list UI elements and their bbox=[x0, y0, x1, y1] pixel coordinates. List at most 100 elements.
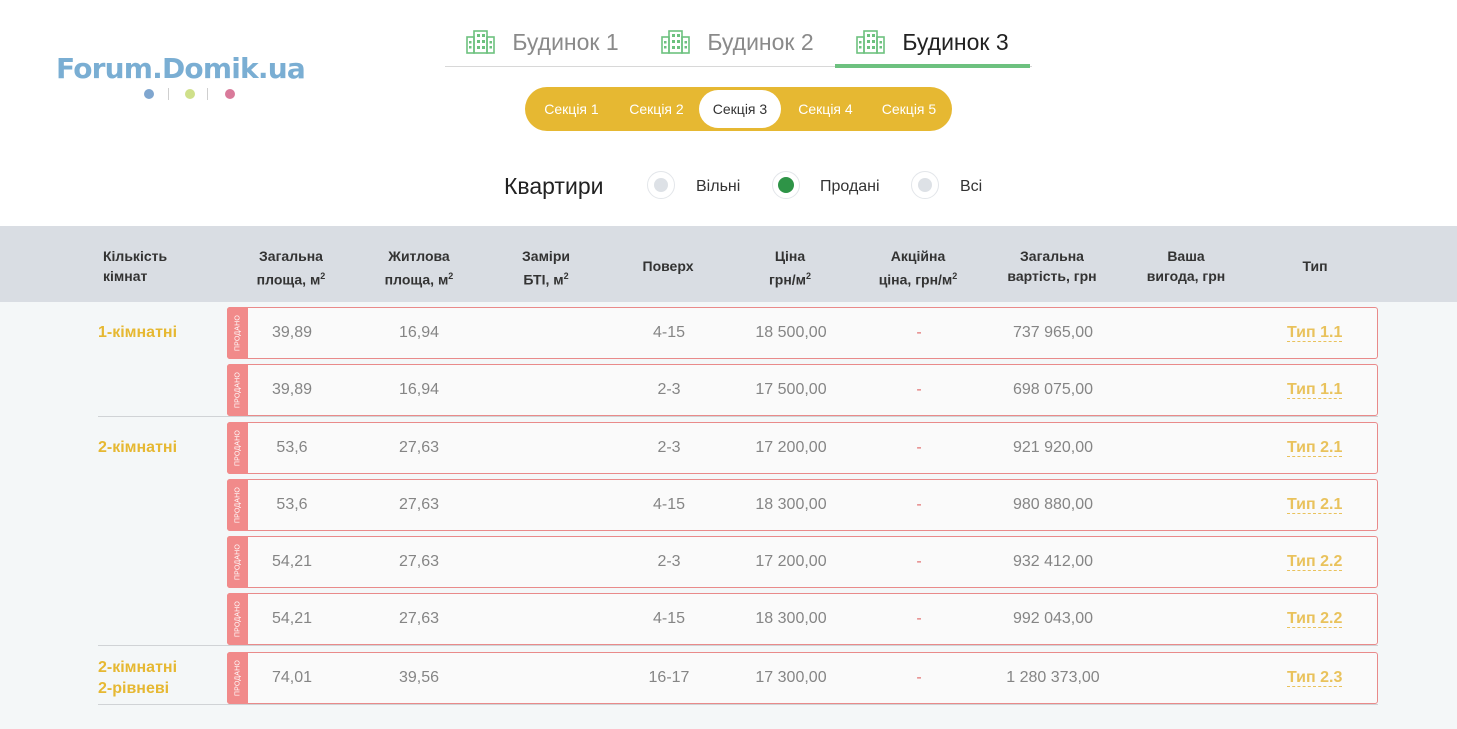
cell-total-cost: 737 965,00 bbox=[1012, 324, 1094, 341]
sold-badge-text: ПРОДАНО bbox=[234, 659, 241, 697]
group-label-line-1: 2-кімнатні bbox=[98, 439, 178, 456]
section-4-button[interactable]: Секція 4 bbox=[781, 90, 870, 128]
cell-total-cost: 1 280 373,00 bbox=[1006, 669, 1100, 686]
logo-dots bbox=[144, 87, 244, 101]
group-divider bbox=[98, 645, 1378, 646]
filter-title: Квартири bbox=[504, 173, 604, 199]
cell-living-area: 27,63 bbox=[398, 439, 440, 456]
cell-total-area: 54,21 bbox=[271, 610, 313, 627]
radio-available-label[interactable]: Вільні bbox=[696, 178, 740, 196]
radio-all[interactable] bbox=[911, 171, 939, 199]
col-rooms: Кількість кімнат bbox=[103, 246, 167, 286]
col-bti-line-1: Заміри bbox=[522, 248, 570, 264]
cell-total-cost: 921 920,00 bbox=[1012, 439, 1094, 456]
building-icon bbox=[466, 30, 496, 54]
tab-house-2[interactable]: Будинок 2 bbox=[640, 18, 835, 66]
cell-type-link[interactable]: Тип 2.1 bbox=[1287, 496, 1343, 514]
col-promo-sup: 2 bbox=[952, 271, 958, 281]
cell-promo-price: - bbox=[916, 669, 922, 686]
logo-separator bbox=[168, 88, 169, 100]
section-switcher: Секція 1 Секція 2 Секція 3 Секція 4 Секц… bbox=[525, 87, 952, 131]
col-bti-line-2: БТІ, м bbox=[523, 271, 564, 288]
radio-dot bbox=[778, 177, 794, 193]
cell-price: 17 500,00 bbox=[755, 381, 827, 398]
radio-available[interactable] bbox=[647, 171, 675, 199]
group-label-line-1: 1-кімнатні bbox=[98, 324, 178, 341]
radio-dot bbox=[918, 178, 932, 192]
table-row[interactable]: ПРОДАНО 39,89 16,94 2-3 17 500,00 - 698 … bbox=[227, 364, 1378, 416]
cell-total-area: 53,6 bbox=[276, 439, 308, 456]
group-label-line-1: 2-кімнатні bbox=[98, 659, 178, 676]
cell-type-link[interactable]: Тип 2.3 bbox=[1287, 669, 1343, 687]
logo-separator bbox=[207, 88, 208, 100]
table-row[interactable]: ПРОДАНО 74,01 39,56 16-17 17 300,00 - 1 … bbox=[227, 652, 1378, 704]
section-5-button[interactable]: Секція 5 bbox=[870, 90, 948, 128]
col-total-cost: Загальна вартість, грн bbox=[992, 246, 1112, 286]
cell-living-area: 27,63 bbox=[398, 553, 440, 570]
cell-total-area: 39,89 bbox=[271, 381, 313, 398]
cell-type-link[interactable]: Тип 1.1 bbox=[1287, 324, 1343, 342]
logo-dot bbox=[225, 89, 235, 99]
table-row[interactable]: ПРОДАНО 53,6 27,63 2-3 17 200,00 - 921 9… bbox=[227, 422, 1378, 474]
building-icon bbox=[856, 30, 886, 54]
cell-total-area: 53,6 bbox=[276, 496, 308, 513]
cell-living-area: 27,63 bbox=[398, 610, 440, 627]
sold-badge-text: ПРОДАНО bbox=[234, 543, 241, 581]
col-benefit-line-2: вигода, грн bbox=[1146, 268, 1226, 284]
table-row[interactable]: ПРОДАНО 54,21 27,63 2-3 17 200,00 - 932 … bbox=[227, 536, 1378, 588]
col-total-area: Загальна площа, м2 bbox=[241, 246, 341, 290]
col-total-area-line-1: Загальна bbox=[259, 248, 323, 264]
cell-price: 18 300,00 bbox=[755, 610, 827, 627]
cell-total-area: 39,89 bbox=[271, 324, 313, 341]
cell-floor: 4-15 bbox=[652, 324, 686, 341]
logo-dot bbox=[144, 89, 154, 99]
group-divider bbox=[98, 416, 1378, 417]
logo-text: Forum.Domik.ua bbox=[56, 52, 306, 85]
cell-promo-price: - bbox=[916, 324, 922, 341]
cell-living-area: 16,94 bbox=[398, 381, 440, 398]
group-label-2-room: 2-кімнатні bbox=[98, 437, 177, 458]
cell-living-area: 39,56 bbox=[398, 669, 440, 686]
col-bti-sup: 2 bbox=[563, 271, 569, 281]
cell-type-link[interactable]: Тип 2.2 bbox=[1287, 610, 1343, 628]
radio-sold-label[interactable]: Продані bbox=[820, 178, 880, 196]
radio-sold[interactable] bbox=[772, 171, 800, 199]
tab-house-3[interactable]: Будинок 3 bbox=[835, 18, 1030, 68]
tab-house-label: Будинок 2 bbox=[707, 28, 814, 55]
cell-total-area: 54,21 bbox=[271, 553, 313, 570]
cell-living-area: 27,63 bbox=[398, 496, 440, 513]
cell-floor: 4-15 bbox=[652, 496, 686, 513]
sold-badge-text: ПРОДАНО bbox=[234, 600, 241, 638]
cell-type-link[interactable]: Тип 2.2 bbox=[1287, 553, 1343, 571]
cell-promo-price: - bbox=[916, 496, 922, 513]
table-row[interactable]: ПРОДАНО 39,89 16,94 4-15 18 500,00 - 737… bbox=[227, 307, 1378, 359]
group-label-line-2: 2-рівневі bbox=[98, 680, 170, 697]
cell-type-link[interactable]: Тип 1.1 bbox=[1287, 381, 1343, 399]
apartment-filter: Квартири Вільні Продані Всі bbox=[0, 168, 1457, 204]
section-3-button[interactable]: Секція 3 bbox=[699, 90, 781, 128]
col-price-sup: 2 bbox=[806, 271, 812, 281]
sold-badge-text: ПРОДАНО bbox=[234, 486, 241, 524]
tab-house-1[interactable]: Будинок 1 bbox=[445, 18, 640, 66]
group-label-1-room: 1-кімнатні bbox=[98, 322, 177, 343]
col-total-cost-line-2: вартість, грн bbox=[1007, 268, 1097, 284]
table-row[interactable]: ПРОДАНО 54,21 27,63 4-15 18 300,00 - 992… bbox=[227, 593, 1378, 645]
group-divider bbox=[98, 704, 1378, 705]
building-icon bbox=[661, 30, 691, 54]
cell-type-link[interactable]: Тип 2.1 bbox=[1287, 439, 1343, 457]
section-2-button[interactable]: Секція 2 bbox=[614, 90, 699, 128]
col-total-area-sup: 2 bbox=[320, 271, 326, 281]
radio-all-label[interactable]: Всі bbox=[960, 178, 982, 196]
cell-total-cost: 932 412,00 bbox=[1012, 553, 1094, 570]
tab-house-label: Будинок 1 bbox=[512, 28, 619, 55]
group-label-2-room-duplex: 2-кімнатні 2-рівневі bbox=[98, 657, 177, 699]
site-logo[interactable]: Forum.Domik.ua bbox=[56, 52, 306, 100]
section-1-button[interactable]: Секція 1 bbox=[529, 90, 614, 128]
cell-price: 18 500,00 bbox=[755, 324, 827, 341]
col-living-area-line-2: площа, м bbox=[384, 271, 449, 288]
table-row[interactable]: ПРОДАНО 53,6 27,63 4-15 18 300,00 - 980 … bbox=[227, 479, 1378, 531]
col-benefit-line-1: Ваша bbox=[1167, 248, 1205, 264]
col-total-cost-line-1: Загальна bbox=[1020, 248, 1084, 264]
house-tabs: Будинок 1 Будинок 2 Будинок 3 bbox=[445, 18, 1032, 68]
sold-badge-text: ПРОДАНО bbox=[234, 429, 241, 467]
